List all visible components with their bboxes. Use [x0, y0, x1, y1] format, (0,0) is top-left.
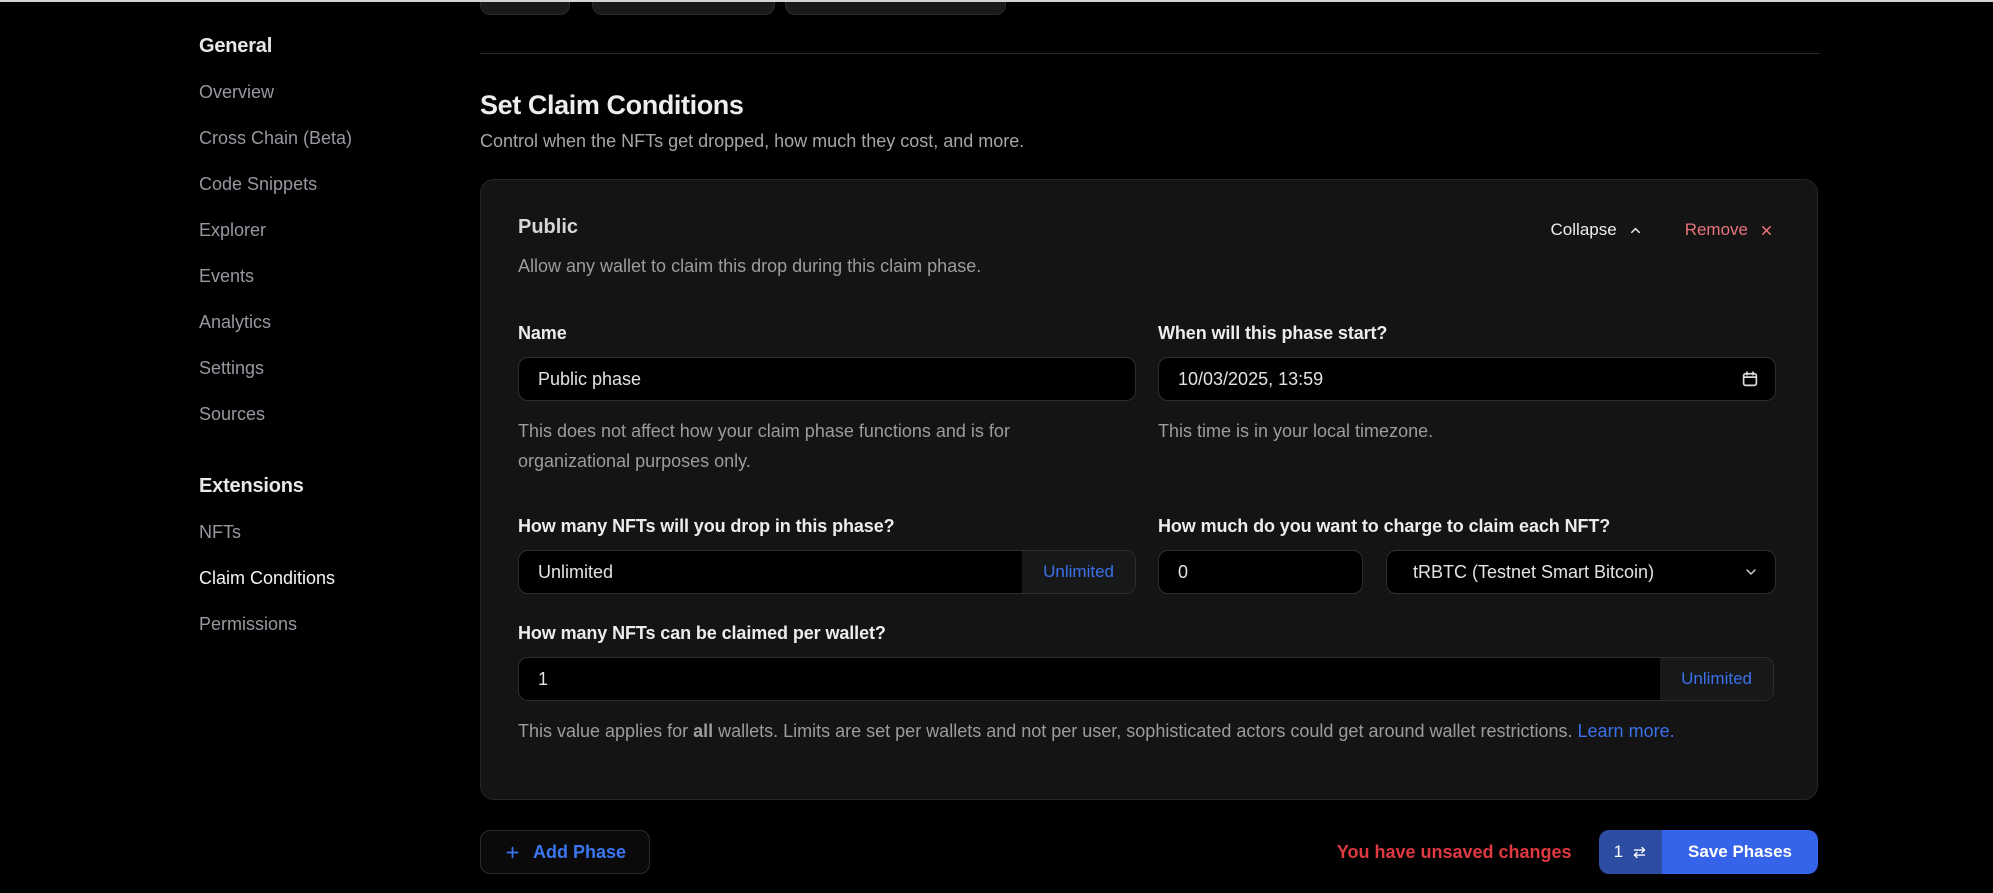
- claim-phase-card: Public Allow any wallet to claim this dr…: [480, 179, 1818, 800]
- save-phases-button[interactable]: Save Phases: [1662, 830, 1818, 874]
- sidebar-item-sources[interactable]: Sources: [199, 404, 459, 424]
- x-icon: [1759, 223, 1774, 238]
- sidebar-item-settings[interactable]: Settings: [199, 358, 459, 378]
- page-title: Set Claim Conditions: [480, 90, 744, 121]
- sidebar-heading-general: General: [199, 34, 459, 58]
- toolbar-button-clipped[interactable]: [480, 2, 570, 15]
- price-field-label: How much do you want to charge to claim …: [1158, 516, 1776, 537]
- chevron-down-icon: [1743, 564, 1759, 580]
- section-divider: [480, 53, 1820, 54]
- phases-footer: Add Phase You have unsaved changes 1 Sav…: [480, 830, 1818, 874]
- sidebar-item-explorer[interactable]: Explorer: [199, 220, 459, 240]
- tx-count-badge[interactable]: 1: [1599, 830, 1662, 874]
- explorer-link-label: Rootstock Blockscout: [802, 2, 965, 3]
- start-date-value: 10/03/2025, 13:59: [1178, 369, 1323, 390]
- per-wallet-helper-suffix: wallets. Limits are set per wallets and …: [713, 721, 1577, 741]
- chevron-up-icon: [1628, 223, 1643, 238]
- start-field-group: When will this phase start? 10/03/2025, …: [1158, 323, 1776, 476]
- sidebar-item-nfts[interactable]: NFTs: [199, 522, 459, 542]
- name-field-helper: This does not affect how your claim phas…: [518, 416, 1084, 476]
- sidebar-item-events[interactable]: Events: [199, 266, 459, 286]
- contract-address-button[interactable]: 0xCbDc...F00e9: [592, 2, 775, 15]
- per-wallet-helper-prefix: This value applies for: [518, 721, 693, 741]
- add-phase-button[interactable]: Add Phase: [480, 830, 650, 874]
- page-subtitle: Control when the NFTs get dropped, how m…: [480, 131, 1024, 152]
- phase-name-input[interactable]: [518, 357, 1136, 401]
- name-field-label: Name: [518, 323, 1136, 344]
- sidebar-item-analytics[interactable]: Analytics: [199, 312, 459, 332]
- explorer-link-button[interactable]: Rootstock Blockscout: [785, 2, 1007, 15]
- price-field-group: How much do you want to charge to claim …: [1158, 516, 1776, 594]
- per-wallet-unlimited-button[interactable]: Unlimited: [1660, 658, 1773, 700]
- sidebar-item-cross-chain[interactable]: Cross Chain (Beta): [199, 128, 459, 148]
- per-wallet-field-label: How many NFTs can be claimed per wallet?: [518, 623, 1774, 644]
- phase-form: Name This does not affect how your claim…: [518, 323, 1774, 746]
- remove-button[interactable]: Remove: [1685, 220, 1774, 240]
- start-field-helper: This time is in your local timezone.: [1158, 416, 1776, 446]
- supply-input-group: Unlimited: [518, 550, 1136, 594]
- phase-title: Public: [518, 216, 981, 239]
- phase-description: Allow any wallet to claim this drop duri…: [518, 256, 981, 277]
- currency-select-value: tRBTC (Testnet Smart Bitcoin): [1413, 562, 1654, 583]
- start-date-input[interactable]: 10/03/2025, 13:59: [1158, 357, 1776, 401]
- tx-count-value: 1: [1614, 842, 1623, 862]
- footer-right: You have unsaved changes 1 Save Phases: [1337, 830, 1818, 874]
- start-field-label: When will this phase start?: [1158, 323, 1776, 344]
- sidebar-heading-extensions: Extensions: [199, 474, 459, 498]
- supply-unlimited-button[interactable]: Unlimited: [1022, 551, 1135, 593]
- plus-icon: [504, 844, 521, 861]
- remove-label: Remove: [1685, 220, 1748, 240]
- sidebar-item-overview[interactable]: Overview: [199, 82, 459, 102]
- currency-select[interactable]: tRBTC (Testnet Smart Bitcoin): [1386, 550, 1776, 594]
- per-wallet-helper: This value applies for all wallets. Limi…: [518, 716, 1774, 746]
- per-wallet-input-group: Unlimited: [518, 657, 1774, 701]
- per-wallet-helper-bold: all: [693, 721, 713, 741]
- collapse-label: Collapse: [1551, 220, 1617, 240]
- supply-field-label: How many NFTs will you drop in this phas…: [518, 516, 1136, 537]
- phase-card-heading: Public Allow any wallet to claim this dr…: [518, 216, 981, 277]
- collapse-button[interactable]: Collapse: [1551, 220, 1643, 240]
- contract-address-label: 0xCbDc...F00e9: [635, 2, 758, 3]
- save-phases-group: 1 Save Phases: [1599, 830, 1818, 874]
- claim-conditions-page: 0xCbDc...F00e9 Rootstock Blockscout Gene…: [0, 0, 1993, 893]
- phase-card-actions: Collapse Remove: [1551, 220, 1774, 240]
- add-phase-label: Add Phase: [533, 842, 626, 863]
- unsaved-changes-text: You have unsaved changes: [1337, 842, 1572, 863]
- save-phases-label: Save Phases: [1688, 842, 1792, 862]
- per-wallet-input[interactable]: [519, 658, 1660, 700]
- sidebar-item-permissions[interactable]: Permissions: [199, 614, 459, 634]
- learn-more-link[interactable]: Learn more.: [1578, 721, 1675, 741]
- contract-sidebar: General Overview Cross Chain (Beta) Code…: [199, 34, 459, 660]
- sidebar-item-claim-conditions[interactable]: Claim Conditions: [199, 568, 459, 588]
- price-amount-input[interactable]: [1158, 550, 1363, 594]
- name-field-group: Name This does not affect how your claim…: [518, 323, 1136, 476]
- calendar-icon[interactable]: [1741, 370, 1759, 388]
- sidebar-item-code-snippets[interactable]: Code Snippets: [199, 174, 459, 194]
- swap-arrows-icon: [1632, 845, 1647, 860]
- phase-card-header: Public Allow any wallet to claim this dr…: [518, 216, 1774, 277]
- supply-input[interactable]: [519, 551, 1022, 593]
- contract-toolbar-clipped: 0xCbDc...F00e9 Rootstock Blockscout: [480, 2, 1006, 15]
- supply-field-group: How many NFTs will you drop in this phas…: [518, 516, 1136, 594]
- per-wallet-field-group: How many NFTs can be claimed per wallet?…: [518, 623, 1774, 746]
